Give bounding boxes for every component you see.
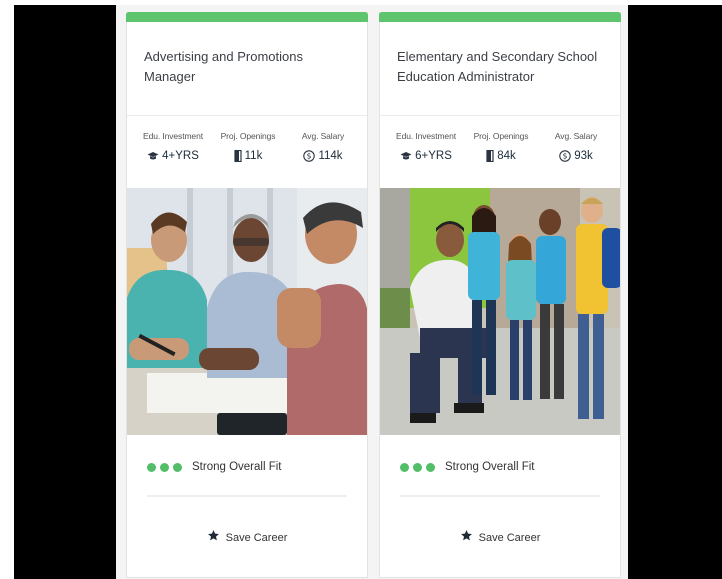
fit-dot	[160, 462, 169, 472]
career-stats: Edu. Investment 6+YRS Proj. Openings 84k	[380, 131, 620, 175]
fit-dot	[173, 462, 182, 472]
svg-text:$: $	[307, 152, 312, 161]
left-black-panel	[14, 5, 116, 579]
card-accent-bar	[126, 12, 368, 22]
fit-dot	[147, 462, 156, 472]
svg-text:$: $	[563, 152, 568, 161]
card-accent-bar	[379, 12, 621, 22]
stat-avg-salary: Avg. Salary $ 93k	[536, 131, 616, 162]
stat-value: 4+YRS	[162, 150, 199, 162]
fit-label: Strong Overall Fit	[192, 461, 282, 473]
star-icon	[207, 529, 220, 547]
career-stats: Edu. Investment 4+YRS Proj. Openings 11k	[127, 131, 367, 175]
stat-value: 84k	[497, 150, 516, 162]
divider	[147, 495, 347, 497]
career-card[interactable]: Advertising and Promotions Manager Edu. …	[126, 12, 368, 578]
fit-label: Strong Overall Fit	[445, 461, 535, 473]
fit-dot	[426, 462, 435, 472]
stat-avg-salary: Avg. Salary $ 114k	[283, 131, 363, 162]
graduation-cap-icon	[400, 151, 412, 161]
career-photo	[380, 188, 620, 435]
stat-label: Proj. Openings	[220, 131, 276, 141]
fit-dot	[400, 462, 409, 472]
stat-value: 93k	[574, 150, 593, 162]
stat-value: 6+YRS	[415, 150, 452, 162]
stat-value: 11k	[244, 150, 263, 162]
overall-fit-indicator: Strong Overall Fit	[147, 461, 281, 473]
right-black-panel	[628, 5, 722, 579]
stat-edu-investment: Edu. Investment 4+YRS	[133, 131, 213, 162]
stat-label: Avg. Salary	[301, 131, 345, 141]
career-title[interactable]: Advertising and Promotions Manager	[144, 47, 354, 87]
divider	[380, 115, 620, 116]
graduation-cap-icon	[147, 151, 159, 161]
stat-value: 114k	[318, 150, 343, 162]
stat-proj-openings: Proj. Openings 11k	[208, 131, 288, 162]
fit-dot	[413, 462, 422, 472]
dollar-coin-icon: $	[303, 150, 316, 162]
door-icon	[234, 150, 242, 162]
overall-fit-indicator: Strong Overall Fit	[400, 461, 534, 473]
career-title[interactable]: Elementary and Secondary School Educatio…	[397, 47, 607, 87]
stat-label: Edu. Investment	[396, 131, 456, 141]
save-career-label: Save Career	[225, 532, 288, 544]
stat-label: Edu. Investment	[143, 131, 203, 141]
star-icon	[460, 529, 473, 547]
save-career-label: Save Career	[478, 532, 541, 544]
stat-label: Proj. Openings	[473, 131, 529, 141]
divider	[127, 115, 367, 116]
save-career-button[interactable]: Save Career	[380, 529, 620, 547]
stat-edu-investment: Edu. Investment 6+YRS	[386, 131, 466, 162]
door-icon	[486, 150, 494, 162]
stat-label: Avg. Salary	[554, 131, 598, 141]
career-card[interactable]: Elementary and Secondary School Educatio…	[379, 12, 621, 578]
divider	[400, 495, 600, 497]
stat-proj-openings: Proj. Openings 84k	[461, 131, 541, 162]
career-cards-area: Advertising and Promotions Manager Edu. …	[116, 5, 628, 579]
career-photo	[127, 188, 367, 435]
left-margin	[0, 0, 14, 579]
save-career-button[interactable]: Save Career	[127, 529, 367, 547]
dollar-coin-icon: $	[559, 150, 571, 162]
